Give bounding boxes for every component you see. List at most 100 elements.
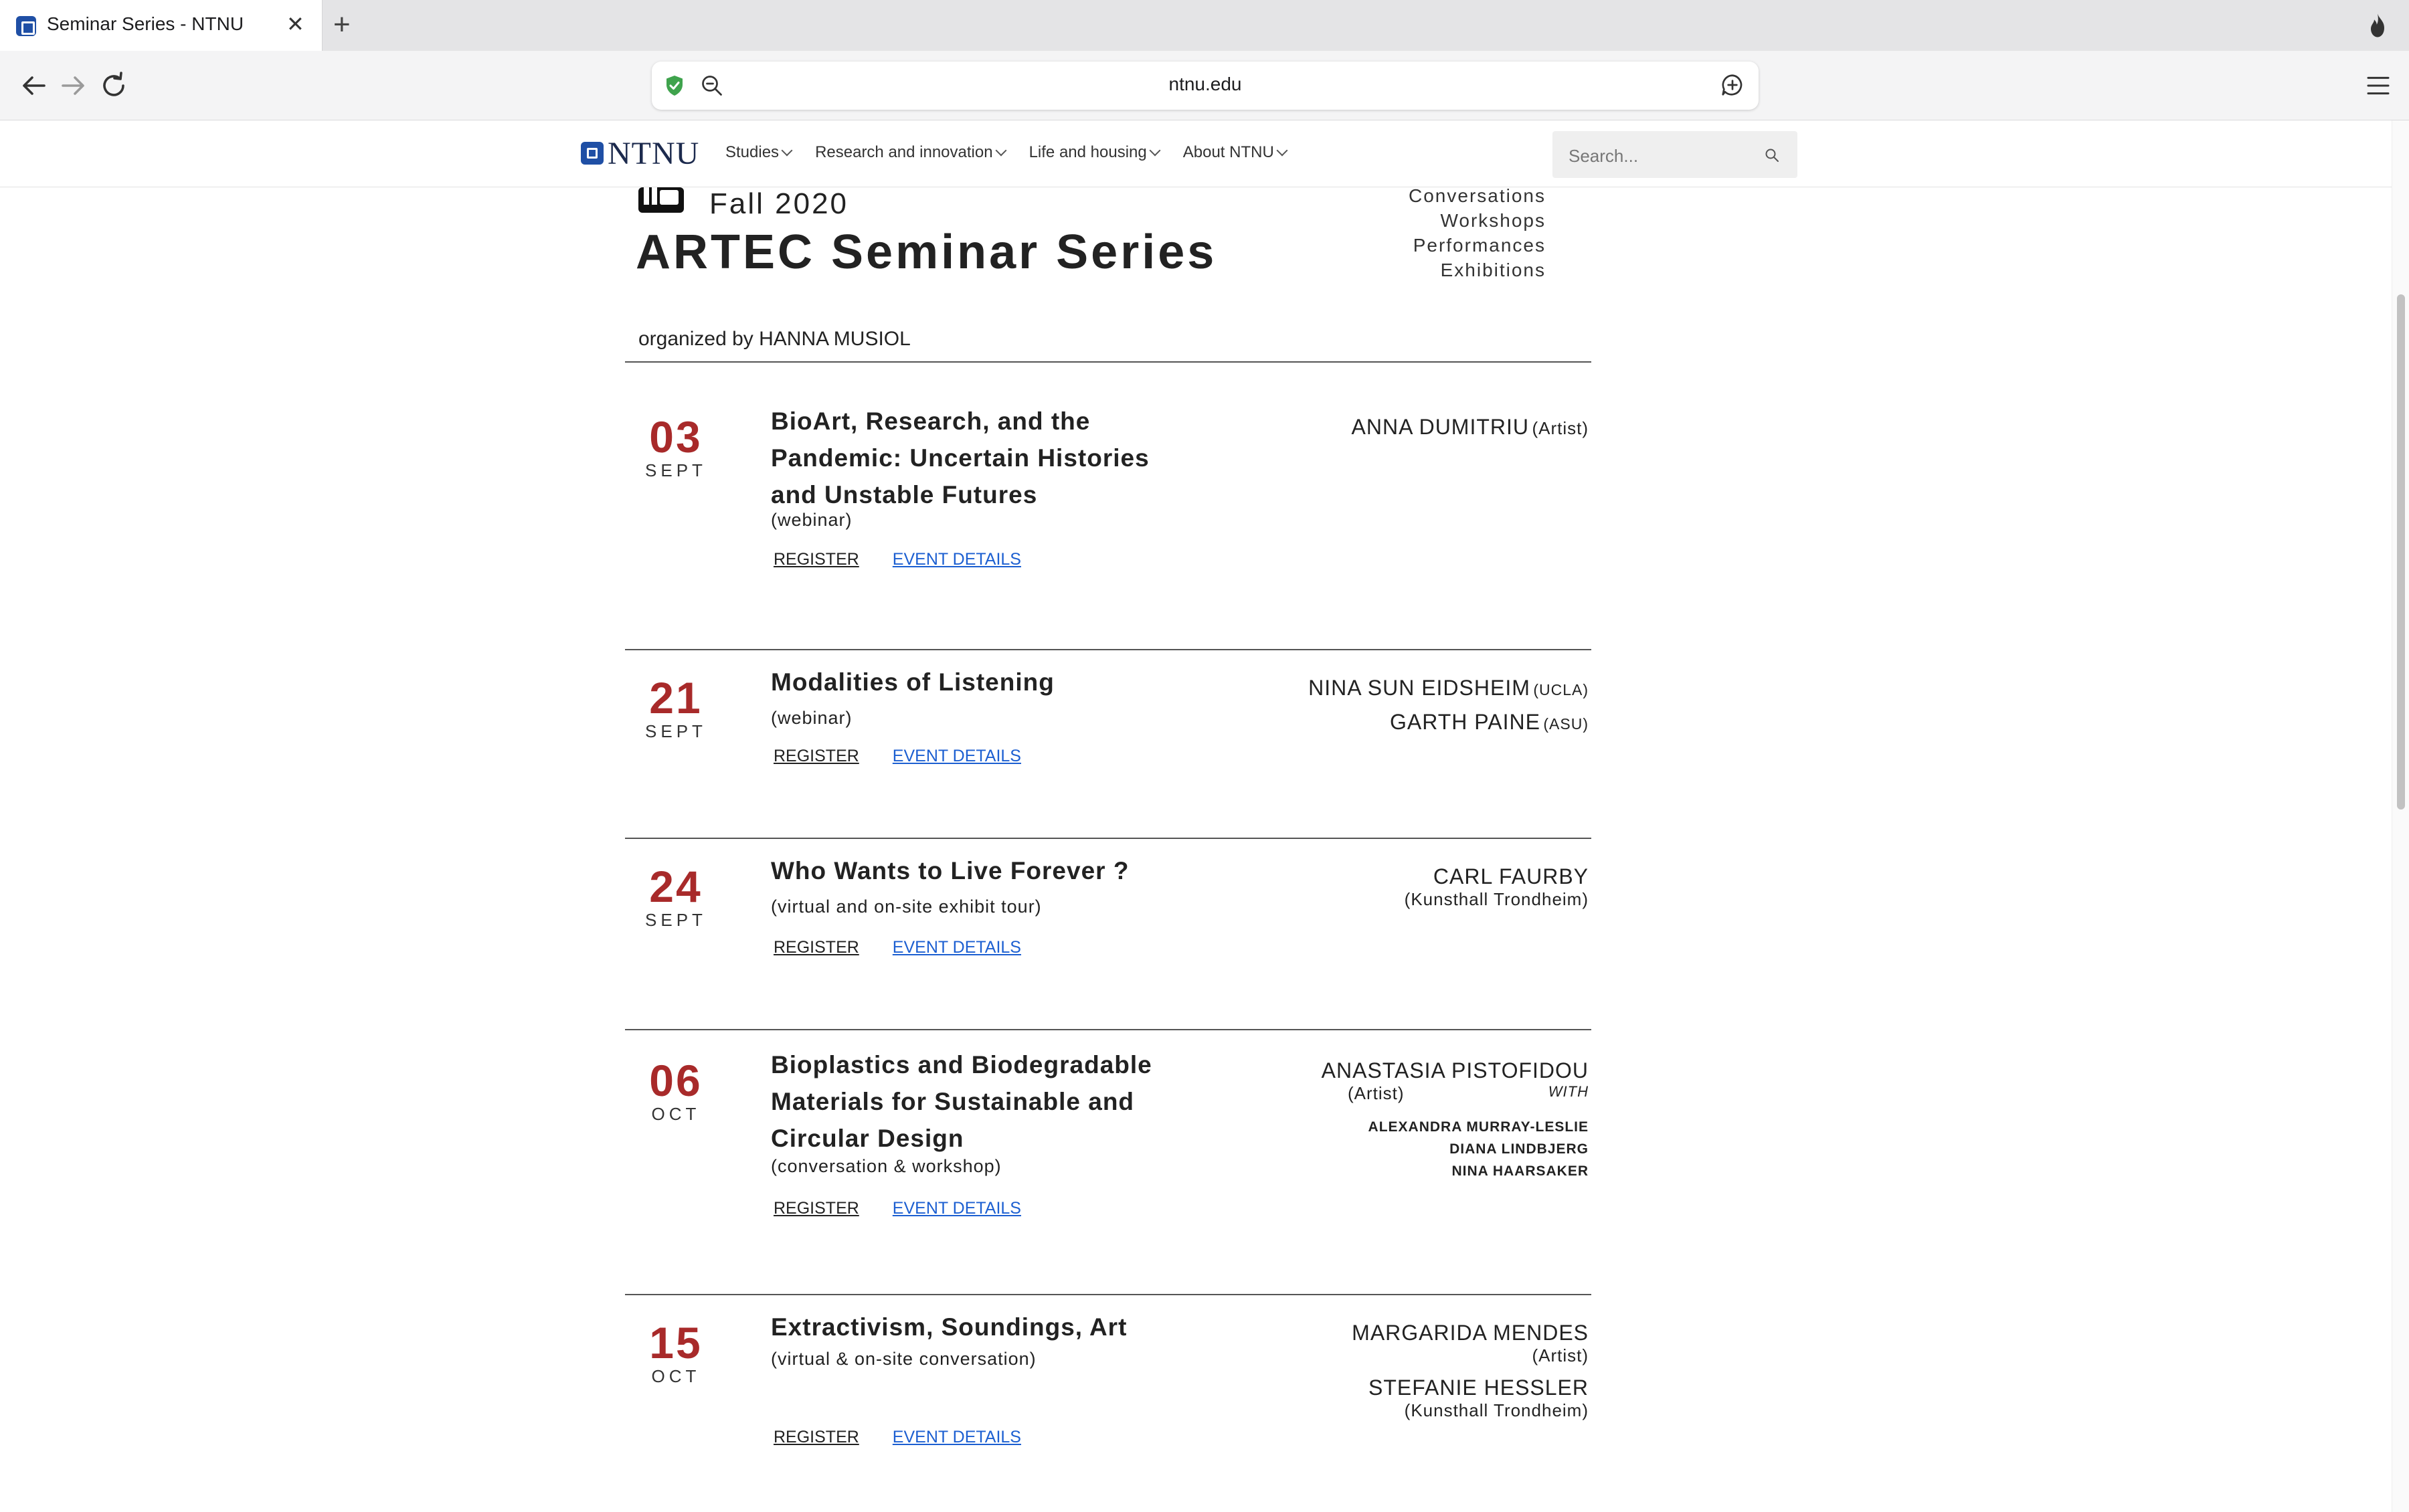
seminar-content: Fall 2020 ARTEC Seminar Series Conversat… (625, 187, 1593, 1512)
nav-research[interactable]: Research and innovation (815, 143, 1007, 162)
organizer-line: organized by HANNA MUSIOL (638, 328, 911, 350)
event-speakers: ANASTASIA PISTOFIDOU (Artist) WITH ALEXA… (1322, 1058, 1589, 1182)
event-format: (conversation & workshop) (771, 1156, 1002, 1176)
event-month: SEPT (645, 721, 707, 741)
speaker: GARTH PAINE (ASU) (1308, 710, 1589, 735)
event-day: 15 (649, 1318, 703, 1367)
main-nav: Studies Research and innovation Life and… (725, 143, 1288, 162)
event-links: REGISTER EVENT DETAILS (774, 1428, 1021, 1447)
event-details-link[interactable]: EVENT DETAILS (893, 1428, 1021, 1447)
speaker-role: (UCLA) (1533, 681, 1589, 698)
event-details-link[interactable]: EVENT DETAILS (893, 550, 1021, 569)
new-tab-button[interactable]: + (333, 8, 351, 41)
speaker-name: ANNA DUMITRIU (1351, 415, 1529, 439)
chevron-down-icon (995, 145, 1007, 157)
scrollbar-thumb[interactable] (2397, 294, 2405, 810)
url-text[interactable]: ntnu.edu (652, 74, 1759, 95)
speaker-name: GARTH PAINE (1389, 710, 1540, 734)
nav-label: Studies (725, 143, 780, 161)
register-link[interactable]: REGISTER (774, 1428, 859, 1447)
collaborator-name: DIANA LINDBJERG (1449, 1141, 1589, 1157)
season-label: Fall 2020 (709, 187, 849, 220)
event-format: (virtual and on-site exhibit tour) (771, 896, 1042, 917)
event-month: SEPT (645, 910, 707, 930)
divider (625, 361, 1591, 363)
event-format: (webinar) (771, 510, 853, 530)
divider (625, 1029, 1591, 1030)
reload-icon[interactable] (98, 70, 130, 102)
nav-label: Life and housing (1029, 143, 1147, 161)
event-links: REGISTER EVENT DETAILS (774, 938, 1021, 957)
event-title: Who Wants to Live Forever ? (771, 857, 1130, 884)
format-item: Performances (1413, 235, 1546, 256)
event-day: 21 (649, 673, 703, 723)
event-date: 15 OCT (636, 1321, 716, 1387)
tab-close-button[interactable]: ✕ (286, 11, 304, 37)
event-month: SEPT (645, 460, 707, 480)
page-scrollbar[interactable] (2392, 120, 2409, 1512)
chat-plus-icon[interactable] (1720, 72, 1745, 98)
nav-label: Research and innovation (815, 143, 993, 161)
event-month: OCT (651, 1366, 701, 1386)
register-link[interactable]: REGISTER (774, 747, 859, 766)
address-bar[interactable]: ntnu.edu (652, 62, 1759, 110)
hamburger-menu-icon[interactable] (2365, 74, 2392, 98)
event-title: Modalities of Listening (771, 668, 1055, 696)
event-date: 06 OCT (636, 1058, 716, 1125)
speaker-name: ANASTASIA PISTOFIDOU (1321, 1058, 1589, 1082)
divider (625, 649, 1591, 650)
format-item: Conversations (1409, 187, 1546, 206)
event-day: 06 (649, 1056, 703, 1105)
event-format: (webinar) (771, 708, 853, 728)
format-item: Workshops (1440, 210, 1546, 231)
speaker-role: (Artist) (1532, 418, 1589, 438)
speaker-role-row: (Artist) WITH (1348, 1083, 1589, 1104)
nav-studies[interactable]: Studies (725, 143, 793, 162)
speaker: ANNA DUMITRIU (Artist) (1352, 415, 1589, 440)
speaker-role: (Artist) (1348, 1083, 1405, 1103)
event-speakers: MARGARIDA MENDES (Artist) STEFANIE HESSL… (1352, 1321, 1589, 1421)
back-arrow-icon[interactable] (17, 70, 50, 102)
nav-life-housing[interactable]: Life and housing (1029, 143, 1161, 162)
speaker-role: (ASU) (1543, 715, 1589, 733)
chevron-down-icon (781, 145, 793, 157)
event-title: Extractivism, Soundings, Art (771, 1313, 1128, 1341)
speaker-role: (Kunsthall Trondheim) (1404, 1400, 1589, 1420)
event-speakers: NINA SUN EIDSHEIM (UCLA) GARTH PAINE (AS… (1308, 676, 1589, 735)
event-speakers: CARL FAURBY (Kunsthall Trondheim) (1405, 864, 1589, 910)
event-details-link[interactable]: EVENT DETAILS (893, 938, 1021, 957)
format-item: Exhibitions (1440, 260, 1546, 280)
nav-about[interactable]: About NTNU (1183, 143, 1288, 162)
forward-arrow-icon[interactable] (58, 70, 90, 102)
event-day: 24 (649, 862, 703, 911)
browser-tab[interactable]: Seminar Series - NTNU ✕ (0, 0, 323, 51)
event-title: Bioplastics and Biodegradable Materials … (771, 1051, 1152, 1152)
divider (625, 1294, 1591, 1295)
event-month: OCT (651, 1104, 701, 1124)
event-links: REGISTER EVENT DETAILS (774, 747, 1021, 766)
ntnu-logo-icon[interactable] (581, 142, 604, 165)
register-link[interactable]: REGISTER (774, 550, 859, 569)
ntnu-favicon-icon (16, 16, 36, 36)
event-format: (virtual & on-site conversation) (771, 1349, 1037, 1369)
event-date: 21 SEPT (636, 676, 716, 742)
event-details-link[interactable]: EVENT DETAILS (893, 747, 1021, 766)
search-input[interactable] (1569, 146, 1756, 167)
register-link[interactable]: REGISTER (774, 1199, 859, 1218)
divider (625, 838, 1591, 839)
site-logo[interactable]: NTNU (608, 135, 699, 172)
event-details-link[interactable]: EVENT DETAILS (893, 1199, 1021, 1218)
page-title: ARTEC Seminar Series (636, 225, 1217, 279)
site-search (1552, 131, 1797, 178)
search-icon[interactable] (1764, 147, 1780, 163)
collaborator-name: NINA HAARSAKER (1451, 1163, 1589, 1179)
speaker-name: CARL FAURBY (1433, 864, 1589, 888)
speaker: NINA SUN EIDSHEIM (UCLA) (1308, 676, 1589, 700)
browser-toolbar: ntnu.edu (0, 51, 2409, 120)
tab-title: Seminar Series - NTNU (47, 13, 244, 34)
register-link[interactable]: REGISTER (774, 938, 859, 957)
chevron-down-icon (1149, 145, 1161, 157)
speaker-role: (Artist) (1532, 1345, 1589, 1365)
flame-icon[interactable] (2368, 12, 2388, 39)
event-date: 24 SEPT (636, 864, 716, 931)
